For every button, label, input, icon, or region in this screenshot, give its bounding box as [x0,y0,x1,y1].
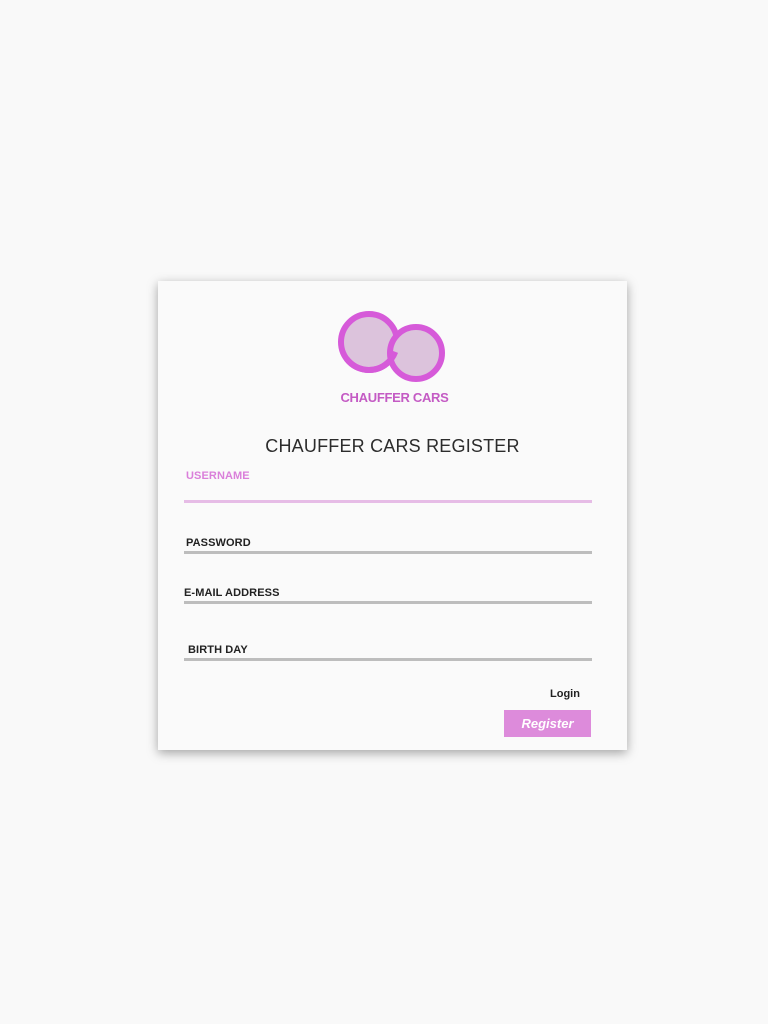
birthday-label: BIRTH DAY [188,644,248,656]
username-input-underline[interactable] [184,500,592,503]
username-label: USERNAME [186,470,250,482]
register-button[interactable]: Register [504,710,591,737]
password-input-underline[interactable] [184,551,592,554]
email-label: E-MAIL ADDRESS [184,587,280,599]
brand-name: CHAUFFER CARS [340,390,449,405]
login-link[interactable]: Login [550,688,580,700]
email-input-underline[interactable] [184,601,592,604]
page-title: CHAUFFER CARS REGISTER [265,436,520,456]
brand-logo: CHAUFFER CARS [158,309,627,409]
password-label: PASSWORD [186,537,251,549]
birthday-input-underline[interactable] [184,658,592,661]
register-card: CHAUFFER CARS CHAUFFER CARS REGISTER USE… [158,281,627,750]
two-rings-logo-icon [338,311,445,382]
